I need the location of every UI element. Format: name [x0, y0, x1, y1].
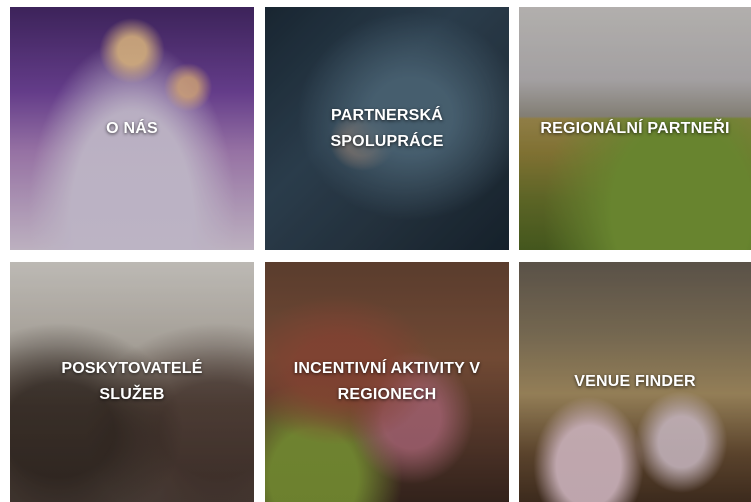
tile-incentivni-aktivity[interactable]: INCENTIVNÍ AKTIVITY V REGIONECH [265, 262, 509, 502]
tile-poskytovatele-sluzeb[interactable]: POSKYTOVATELÉ SLUŽEB [10, 262, 254, 502]
tile-label: PARTNERSKÁ SPOLUPRÁCE [330, 106, 444, 150]
tile-label: INCENTIVNÍ AKTIVITY V REGIONECH [293, 360, 481, 403]
category-tile-grid: O NÁS PARTNERSKÁ SPOLUPRÁCE REGIONÁLNÍ P… [0, 0, 751, 502]
tile-label: O NÁS [106, 119, 158, 137]
tile-regionalni-partneri[interactable]: REGIONÁLNÍ PARTNEŘI [519, 7, 751, 250]
tile-label: REGIONÁLNÍ PARTNEŘI [540, 119, 730, 137]
tile-venue-finder[interactable]: VENUE FINDER [519, 262, 751, 502]
tile-label: VENUE FINDER [574, 373, 696, 390]
tile-partnerska-spoluprace[interactable]: PARTNERSKÁ SPOLUPRÁCE [265, 7, 509, 250]
tile-label: POSKYTOVATELÉ SLUŽEB [61, 360, 203, 403]
tile-o-nas[interactable]: O NÁS [10, 7, 254, 250]
